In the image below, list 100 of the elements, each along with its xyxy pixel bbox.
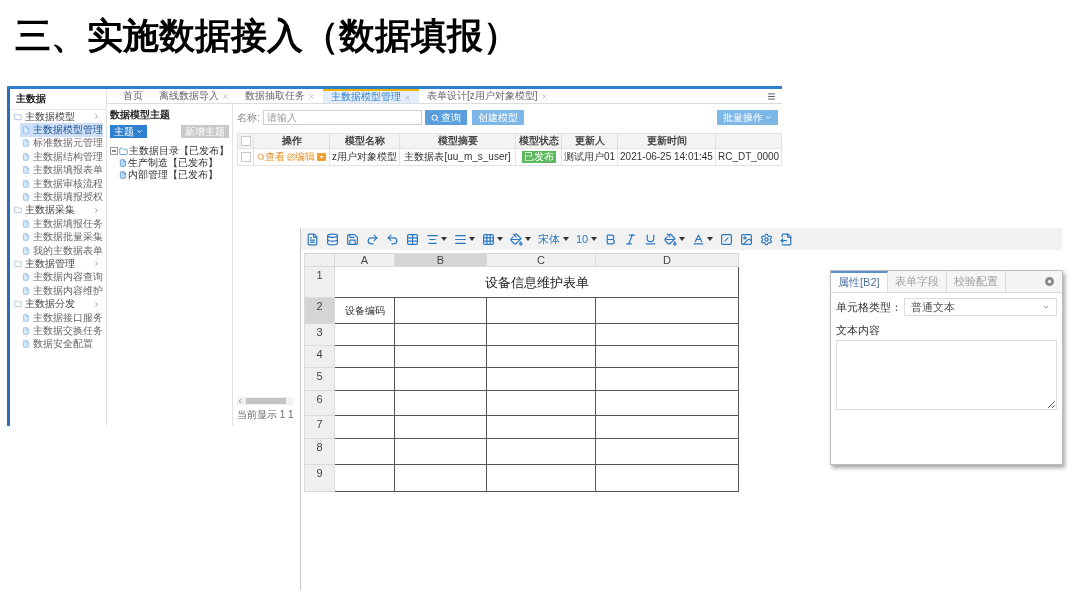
sheet-cell[interactable] — [595, 345, 739, 368]
column-header[interactable]: C — [486, 253, 596, 267]
row-header[interactable]: 6 — [304, 390, 335, 416]
sheet-cell[interactable] — [486, 390, 596, 416]
sidebar-group[interactable]: 主数据分发 — [10, 297, 106, 311]
tree-node[interactable]: 主数据目录【已发布】 — [110, 145, 229, 157]
sheet-cell[interactable] — [486, 297, 596, 324]
checkbox[interactable] — [240, 152, 251, 163]
redo-icon[interactable] — [366, 232, 379, 246]
font-size-select[interactable]: 10 — [576, 233, 598, 245]
toggle-box-icon[interactable] — [110, 147, 118, 155]
sidebar-group[interactable]: 主数据模型 — [10, 110, 106, 124]
column-header: 模型名称 — [329, 133, 400, 149]
paint-bucket-dropdown[interactable] — [664, 232, 686, 246]
row-header[interactable]: 9 — [304, 464, 335, 492]
grid-dropdown[interactable] — [482, 232, 503, 246]
sheet-cell[interactable] — [394, 438, 487, 465]
row-header[interactable]: 3 — [304, 323, 335, 346]
align-center-dropdown[interactable] — [426, 232, 447, 246]
chevron-right-icon — [93, 206, 100, 214]
row-header[interactable]: 8 — [304, 438, 335, 465]
folder-icon — [14, 300, 22, 309]
row-header[interactable]: 7 — [304, 415, 335, 439]
tab[interactable]: 属性[B2] — [831, 271, 888, 292]
sheet-cell[interactable] — [394, 390, 487, 416]
file-icon — [22, 313, 30, 322]
sheet-cell[interactable] — [595, 438, 739, 465]
row-header[interactable]: 4 — [304, 345, 335, 368]
column-header[interactable]: A — [334, 253, 395, 267]
sidebar-item[interactable]: 主数据交换任务 — [20, 324, 103, 338]
sidebar-item[interactable]: 主数据批量采集 — [20, 230, 103, 244]
record-count-text: 当前显示 1 1 — [237, 410, 294, 420]
paint-bucket-dropdown[interactable] — [510, 232, 531, 246]
column-header[interactable]: D — [595, 253, 739, 267]
file-icon — [22, 233, 30, 242]
sidebar-group[interactable]: 主数据采集 — [10, 203, 106, 218]
row-header[interactable]: 1 — [304, 266, 335, 298]
file-export-icon[interactable] — [780, 232, 794, 246]
sheet-cell[interactable] — [595, 390, 739, 416]
square-slash-icon[interactable] — [720, 232, 734, 246]
sheet-cell[interactable] — [595, 464, 739, 492]
font-select[interactable]: 宋体 — [538, 233, 569, 245]
sidebar-item[interactable]: 主数据内容维护 — [20, 284, 103, 298]
sidebar-item[interactable]: 主数据结构管理 — [20, 150, 103, 164]
tree-node[interactable]: 内部管理【已发布】 — [119, 169, 229, 181]
sidebar-item[interactable]: 主数据接口服务 — [20, 310, 103, 325]
tab[interactable]: 主数据模型管理 — [323, 89, 419, 103]
tree-node[interactable]: 生产制造【已发布】 — [119, 157, 229, 169]
tab[interactable]: 离线数据导入 — [151, 89, 237, 103]
sheet-title-cell[interactable]: 设备信息维护表单 — [334, 266, 739, 298]
sidebar-item[interactable]: 我的主数据表单 — [20, 243, 103, 258]
sheet-cell[interactable] — [394, 297, 487, 324]
italic-icon[interactable] — [624, 232, 638, 246]
bold-icon[interactable] — [604, 232, 618, 246]
column-header[interactable]: B — [394, 253, 487, 267]
cell-type-select[interactable]: 普通文本 — [904, 298, 1057, 316]
sheet-cell[interactable] — [595, 415, 739, 439]
caret-icon — [469, 237, 475, 241]
tab[interactable]: 首页 — [115, 89, 151, 103]
database-icon[interactable] — [326, 232, 339, 246]
scrollbar-thumb[interactable] — [246, 398, 286, 404]
sheet-cell[interactable] — [486, 438, 596, 465]
sidebar-item[interactable]: 标准数据元管理 — [20, 136, 103, 151]
tab[interactable]: 表单设计[z用户对象模型] — [419, 89, 556, 103]
sidebar-item[interactable]: 主数据填报表单 — [20, 163, 103, 177]
slide-title: 三、实施数据接入（数据填报） — [15, 14, 519, 58]
text-content-field[interactable] — [836, 340, 1057, 410]
row-header[interactable]: 5 — [304, 367, 335, 391]
sidebar-item[interactable]: 主数据审核流程 — [20, 176, 103, 191]
sidebar-group[interactable]: 主数据管理 — [10, 257, 106, 271]
sheet-cell[interactable] — [394, 464, 487, 492]
search-field[interactable]: 请输入 — [262, 110, 422, 125]
underline-icon[interactable] — [644, 232, 658, 246]
file-icon — [22, 246, 30, 255]
document-icon[interactable] — [306, 232, 319, 246]
menu-icon[interactable] — [767, 91, 776, 101]
sheet-cell[interactable] — [595, 297, 739, 324]
sidebar-item[interactable]: 主数据模型管理 — [20, 123, 103, 137]
tab[interactable]: 数据抽取任务 — [237, 89, 323, 103]
search-icon — [257, 153, 265, 161]
save-icon[interactable] — [346, 232, 359, 246]
sheet-cell[interactable] — [595, 367, 739, 391]
sheet-cell[interactable] — [486, 464, 596, 492]
file-icon — [22, 273, 30, 282]
horizontal-scrollbar[interactable] — [237, 397, 293, 405]
circle-dot-icon[interactable] — [1045, 277, 1054, 286]
undo-icon[interactable] — [386, 232, 399, 246]
font-color-dropdown[interactable] — [692, 232, 714, 246]
table-icon[interactable] — [406, 232, 419, 246]
sidebar-item[interactable]: 主数据填报任务 — [20, 217, 103, 231]
row-header[interactable]: 2 — [304, 297, 335, 324]
sidebar-item[interactable]: 主数据内容查询 — [20, 270, 103, 285]
align-justify-dropdown[interactable] — [454, 232, 475, 246]
sheet-cell[interactable] — [595, 323, 739, 346]
theme-dropdown-button[interactable]: 主题 — [110, 125, 147, 138]
sidebar-item[interactable]: 主数据填报授权 — [20, 190, 103, 204]
sidebar-item[interactable]: 数据安全配置 — [20, 337, 103, 352]
image-icon[interactable] — [740, 232, 754, 246]
settings-icon[interactable] — [760, 232, 774, 246]
file-icon — [22, 219, 30, 228]
